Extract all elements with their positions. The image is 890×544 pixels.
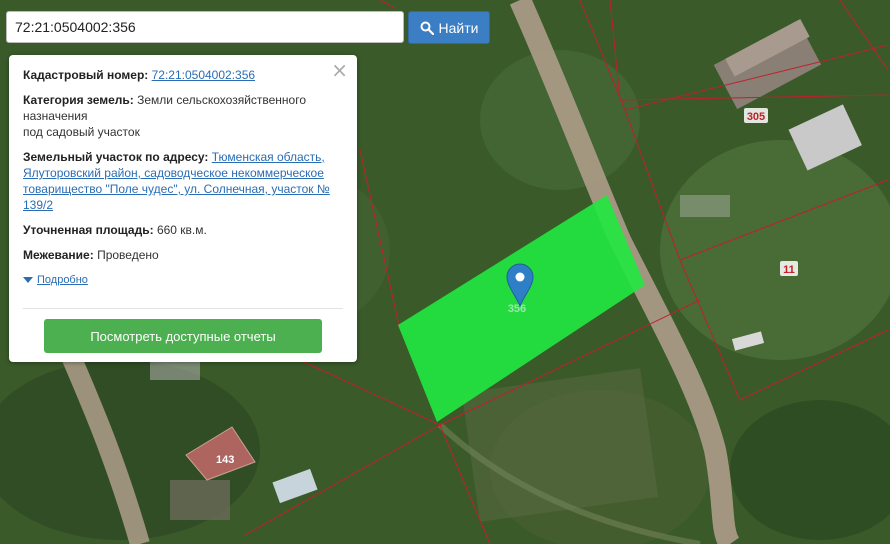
- plot-label-11[interactable]: 11: [783, 264, 795, 276]
- area-row: Уточненная площадь: 660 кв.м.: [23, 222, 343, 238]
- cadastral-number-link[interactable]: 72:21:0504002:356: [152, 68, 255, 82]
- plot-label-143[interactable]: 143: [216, 454, 234, 466]
- search-button[interactable]: Найти: [408, 11, 490, 44]
- search-button-label: Найти: [438, 19, 479, 36]
- survey-label: Межевание:: [23, 248, 94, 262]
- close-icon[interactable]: ×: [331, 60, 348, 80]
- survey-row: Межевание: Проведено: [23, 247, 343, 263]
- address-label: Земельный участок по адресу:: [23, 150, 209, 164]
- cadastral-label: Кадастровый номер:: [23, 68, 149, 82]
- plot-label-305[interactable]: 305: [747, 111, 765, 123]
- details-toggle-label: Подробно: [37, 274, 88, 286]
- divider: [23, 308, 343, 309]
- area-label: Уточненная площадь:: [23, 223, 154, 237]
- address-row: Земельный участок по адресу: Тюменская о…: [23, 149, 343, 213]
- parcel-info-card: × Кадастровый номер: 72:21:0504002:356 К…: [9, 55, 357, 362]
- category-row: Категория земель: Земли сельскохозяйстве…: [23, 92, 343, 140]
- view-reports-button[interactable]: Посмотреть доступные отчеты: [44, 319, 322, 353]
- details-toggle[interactable]: Подробно: [23, 272, 343, 288]
- category-value-2: назначения: [23, 109, 88, 123]
- category-value-1: Земли сельскохозяйственного: [137, 93, 307, 107]
- area-value: 660 кв.м.: [156, 223, 207, 237]
- survey-value: Проведено: [97, 248, 159, 262]
- triangle-down-icon: [23, 277, 33, 283]
- cadastral-row: Кадастровый номер: 72:21:0504002:356: [23, 67, 343, 83]
- search-icon: [420, 21, 434, 35]
- category-value-3: под садовый участок: [23, 125, 140, 139]
- search-input[interactable]: [6, 11, 404, 43]
- plot-label-356[interactable]: 356: [508, 303, 526, 315]
- category-label: Категория земель:: [23, 93, 134, 107]
